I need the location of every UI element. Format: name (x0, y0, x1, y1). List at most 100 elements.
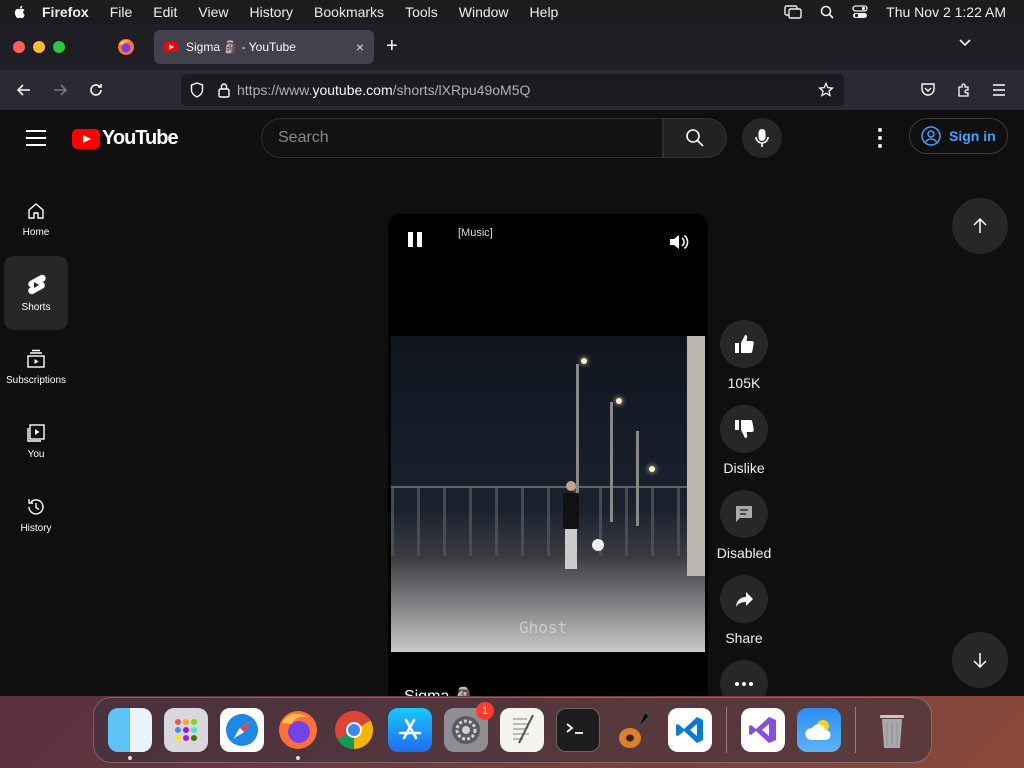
menu-window[interactable]: Window (459, 4, 509, 20)
firefox-pinned-tab-icon[interactable] (116, 37, 136, 57)
back-arrow-icon (16, 84, 30, 96)
guide-menu-icon[interactable] (26, 130, 46, 151)
weather-icon[interactable] (797, 708, 841, 752)
guide-label-shorts: Shorts (21, 301, 51, 313)
tab-title: Sigma 🗿 - YouTube (186, 40, 296, 54)
shorts-icon (28, 274, 46, 294)
screen-mirroring-icon[interactable] (784, 5, 802, 19)
reload-button[interactable] (86, 80, 106, 100)
new-tab-button[interactable]: + (386, 35, 398, 58)
app-store-icon[interactable] (388, 708, 432, 752)
subscriptions-icon (27, 349, 45, 368)
search-input[interactable]: Search (261, 118, 663, 158)
more-horizontal-icon (735, 682, 753, 686)
like-action: 105K (714, 320, 774, 391)
tab-bar: Sigma 🗿 - YouTube × + (0, 24, 1024, 70)
navigation-toolbar: https://www.youtube.com/shorts/lXRpu49oM… (0, 70, 1024, 110)
visual-studio-icon[interactable] (741, 708, 785, 752)
shorts-player[interactable]: [Music] Ghost Sigma 🗿 (388, 214, 708, 696)
dislike-action: Dislike (714, 405, 774, 476)
youtube-favicon-icon (164, 42, 178, 52)
arrow-down-icon (973, 653, 987, 669)
volume-icon[interactable] (668, 232, 690, 252)
guide-item-subscriptions[interactable]: Subscriptions (4, 330, 68, 404)
address-bar[interactable]: https://www.youtube.com/shorts/lXRpu49oM… (181, 74, 844, 106)
guide-item-history[interactable]: History (4, 478, 68, 552)
video-lamp (649, 466, 655, 472)
extensions-puzzle-icon[interactable] (956, 82, 972, 98)
url-path: /shorts/lXRpu49oM5Q (392, 82, 531, 98)
closed-caption-text: [Music] (458, 227, 493, 239)
youtube-page: YouTube Search Sign in Home Shorts Subsc… (0, 110, 1024, 696)
guide-item-you[interactable]: You (4, 404, 68, 478)
guide-item-home[interactable]: Home (4, 182, 68, 256)
shorts-actions: 105K Dislike Disabled Share (714, 320, 774, 696)
menu-app-name[interactable]: Firefox (42, 4, 89, 20)
firefox-icon[interactable] (276, 708, 320, 760)
guide-label-home: Home (22, 226, 50, 238)
minimize-window-button[interactable] (33, 41, 45, 53)
menubar-clock[interactable]: Thu Nov 2 1:22 AM (886, 4, 1006, 20)
finder-icon[interactable] (108, 708, 152, 760)
tab-close-icon[interactable]: × (356, 39, 364, 55)
more-action (714, 660, 774, 696)
vscode-icon[interactable] (668, 708, 712, 752)
list-all-tabs-icon[interactable] (958, 36, 972, 50)
search-button[interactable] (663, 118, 727, 158)
next-short-button[interactable] (952, 632, 1008, 688)
launchpad-icon[interactable] (164, 708, 208, 752)
tab-youtube[interactable]: Sigma 🗿 - YouTube × (154, 30, 374, 64)
system-settings-icon[interactable]: 1 (444, 702, 494, 752)
menu-history[interactable]: History (249, 4, 293, 20)
sign-in-label: Sign in (949, 128, 996, 144)
menu-bookmarks[interactable]: Bookmarks (314, 4, 384, 20)
youtube-play-logo-icon (72, 128, 100, 149)
back-button[interactable] (14, 80, 34, 100)
chrome-icon[interactable] (332, 708, 376, 752)
spotlight-search-icon[interactable] (820, 5, 834, 19)
forward-button[interactable] (50, 80, 70, 100)
reload-icon (90, 84, 102, 96)
settings-more-icon[interactable] (870, 128, 890, 148)
short-title[interactable]: Sigma 🗿 (404, 686, 474, 696)
browser-window: Sigma 🗿 - YouTube × + https://www.youtub… (0, 24, 1024, 696)
safari-icon[interactable] (220, 708, 264, 752)
terminal-icon[interactable] (556, 708, 600, 752)
tracking-protection-shield-icon[interactable] (190, 82, 204, 98)
youtube-logo[interactable]: YouTube (72, 127, 179, 150)
share-button[interactable] (720, 575, 768, 623)
pocket-icon[interactable] (920, 82, 936, 98)
sign-in-button[interactable]: Sign in (909, 118, 1008, 154)
bookmark-star-icon[interactable] (818, 82, 834, 98)
control-center-icon[interactable] (852, 5, 868, 19)
trash-icon[interactable] (870, 708, 914, 752)
apple-menu-icon[interactable] (12, 4, 28, 20)
account-circle-icon (921, 126, 941, 146)
voice-search-button[interactable] (742, 118, 782, 158)
close-window-button[interactable] (13, 41, 25, 53)
lock-icon[interactable] (218, 82, 230, 98)
forward-arrow-icon (54, 84, 68, 96)
like-button[interactable] (720, 320, 768, 368)
menu-view[interactable]: View (198, 4, 228, 20)
share-action: Share (714, 575, 774, 646)
your-channel-icon (27, 423, 45, 442)
pause-icon[interactable] (408, 232, 424, 248)
menu-edit[interactable]: Edit (153, 4, 177, 20)
menu-tools[interactable]: Tools (405, 4, 438, 20)
menu-file[interactable]: File (110, 4, 133, 20)
menu-help[interactable]: Help (530, 4, 559, 20)
video-lamp-pole (636, 431, 639, 526)
dislike-button[interactable] (720, 405, 768, 453)
comments-button[interactable] (720, 490, 768, 538)
url-text[interactable]: https://www.youtube.com/shorts/lXRpu49oM… (237, 82, 530, 98)
zoom-window-button[interactable] (53, 41, 65, 53)
garageband-icon[interactable] (612, 708, 656, 752)
url-domain: youtube.com (312, 82, 393, 98)
previous-short-button[interactable] (952, 198, 1008, 254)
video-frame[interactable]: Ghost (391, 336, 705, 652)
more-options-button[interactable] (720, 660, 768, 696)
textedit-icon[interactable] (500, 708, 544, 752)
guide-item-shorts[interactable]: Shorts (4, 256, 68, 330)
app-menu-icon[interactable] (992, 83, 1006, 97)
